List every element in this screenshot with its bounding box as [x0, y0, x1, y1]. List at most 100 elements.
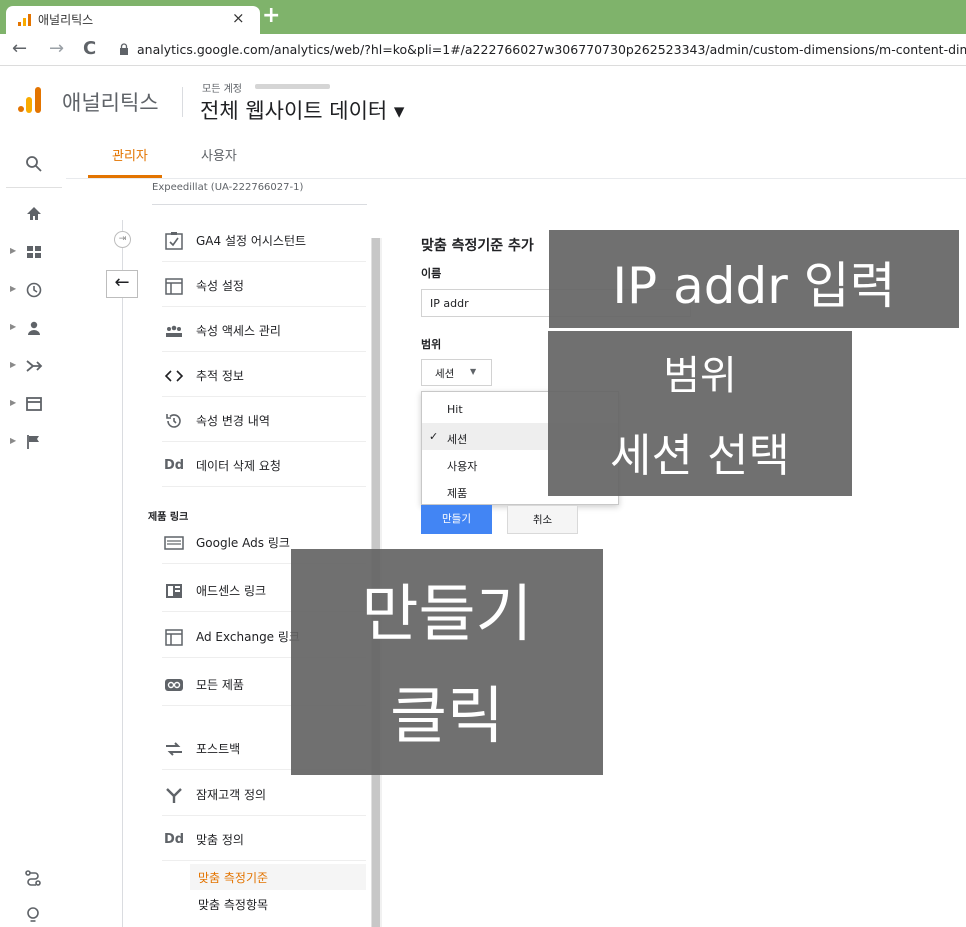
- create-button[interactable]: 만들기: [421, 505, 492, 534]
- person-icon: [28, 321, 40, 335]
- expand-arrow-icon: ▶: [10, 284, 17, 293]
- home-icon: [27, 207, 41, 220]
- menu-item-property-settings[interactable]: 속성 설정: [162, 263, 366, 307]
- menu-item-custom-definitions[interactable]: Dd 맞춤 정의: [162, 817, 366, 861]
- menu-item-label: 추적 정보: [196, 369, 244, 383]
- browser-tab-bar: 애널리틱스 × +: [0, 0, 966, 34]
- option-label: 제품: [447, 487, 468, 500]
- rail-audience[interactable]: ▶: [10, 316, 54, 342]
- timeline-line: [122, 220, 123, 927]
- forward-icon[interactable]: →: [49, 38, 64, 59]
- menu-item-label: 애드센스 링크: [196, 584, 267, 598]
- rail-realtime[interactable]: ▶: [10, 278, 54, 304]
- collapse-back-button[interactable]: ←: [106, 270, 138, 298]
- annotation-text: IP addr 입력: [612, 257, 896, 315]
- form-title: 맞춤 측정기준 추가: [421, 238, 534, 254]
- menu-item-ga4-assistant[interactable]: GA4 설정 어시스턴트: [162, 218, 366, 262]
- menu-item-audience-definitions[interactable]: 잠재고객 정의: [162, 772, 366, 816]
- analytics-favicon-icon: [18, 14, 31, 26]
- cancel-button[interactable]: 취소: [507, 505, 578, 534]
- attribution-icon[interactable]: [23, 868, 43, 888]
- menu-item-label: 잠재고객 정의: [196, 788, 267, 802]
- lock-icon: [120, 43, 128, 55]
- menu-item-label: Google Ads 링크: [196, 536, 290, 550]
- people-icon: [166, 325, 182, 337]
- scope-select[interactable]: 세션 ▼: [421, 359, 492, 386]
- flag-icon: [27, 435, 39, 449]
- property-header-divider: [152, 204, 367, 205]
- account-name-redacted: [255, 84, 330, 89]
- annotation-ip-input: IP addr 입력: [549, 230, 959, 328]
- menu-item-label: 맞춤 정의: [196, 833, 244, 847]
- expand-arrow-icon: ▶: [10, 322, 17, 331]
- annotation-scope: 범위 세션 선택: [548, 331, 852, 496]
- menu-item-label: GA4 설정 어시스턴트: [196, 234, 307, 248]
- new-tab-button[interactable]: +: [262, 3, 280, 28]
- annotation-text: 세션 선택: [610, 429, 790, 482]
- admin-tabs: 관리자 사용자: [66, 135, 966, 179]
- tab-users[interactable]: 사용자: [201, 145, 237, 164]
- address-bar: ← → C analytics.google.com/analytics/web…: [0, 34, 966, 66]
- expand-arrow-icon: ▶: [10, 436, 17, 445]
- annotation-text: 클릭: [389, 679, 505, 752]
- rail-conversions[interactable]: ▶: [10, 430, 54, 456]
- check-icon: ✓: [429, 430, 439, 443]
- annotation-create: 만들기 클릭: [291, 549, 603, 775]
- dd-icon: Dd: [164, 832, 185, 847]
- sub-item-custom-metrics[interactable]: 맞춤 측정항목: [198, 896, 268, 913]
- rail-acquisition[interactable]: ▶: [10, 354, 54, 380]
- option-label: Hit: [447, 403, 463, 416]
- reload-icon[interactable]: C: [83, 38, 96, 59]
- menu-item-data-deletion[interactable]: Dd 데이터 삭제 요청: [162, 443, 366, 487]
- rail-search[interactable]: [10, 152, 54, 178]
- property-name[interactable]: Expeedillat (UA-222766027-1): [152, 182, 303, 194]
- rail-behavior[interactable]: ▶: [10, 392, 54, 418]
- adsense-icon: [166, 584, 182, 598]
- chevron-down-icon: ▼: [470, 367, 477, 376]
- tab-admin[interactable]: 관리자: [112, 145, 148, 164]
- lightbulb-icon[interactable]: [23, 905, 43, 925]
- search-icon: [26, 156, 42, 172]
- menu-item-access-management[interactable]: 속성 액세스 관리: [162, 308, 366, 352]
- product-name: 애널리틱스: [62, 91, 159, 115]
- menu-item-label: 속성 설정: [196, 279, 244, 293]
- dd-icon: Dd: [164, 458, 185, 473]
- analytics-logo-icon: [18, 87, 41, 113]
- layout-icon: [165, 278, 183, 295]
- view-selector[interactable]: 전체 웹사이트 데이터 ▾: [200, 95, 404, 125]
- browser-tab[interactable]: 애널리틱스 ×: [6, 6, 260, 34]
- menu-item-label: Ad Exchange 링크: [196, 630, 300, 644]
- expand-column-button[interactable]: ⇥: [114, 231, 131, 248]
- annotation-text: 범위: [663, 353, 737, 399]
- option-label: 세션: [447, 433, 468, 446]
- history-icon: [166, 414, 181, 428]
- ads-icon: [164, 536, 184, 550]
- sub-item-custom-dimensions[interactable]: 맞춤 측정기준: [198, 869, 268, 886]
- active-tab-indicator: [88, 175, 162, 178]
- close-tab-icon[interactable]: ×: [232, 9, 245, 27]
- name-label: 이름: [421, 267, 442, 280]
- rail-home[interactable]: [10, 202, 54, 228]
- expand-arrow-icon: ▶: [10, 360, 17, 369]
- tab-title: 애널리틱스: [38, 13, 94, 27]
- clock-icon: [26, 282, 42, 298]
- behavior-icon: [26, 397, 42, 411]
- header-divider: [182, 87, 183, 117]
- code-icon: [164, 370, 184, 382]
- menu-item-label: 속성 액세스 관리: [196, 324, 281, 338]
- back-icon[interactable]: ←: [12, 38, 27, 59]
- menu-item-label: 모든 제품: [196, 678, 244, 692]
- menu-item-change-history[interactable]: 속성 변경 내역: [162, 398, 366, 442]
- url-field[interactable]: analytics.google.com/analytics/web/?hl=k…: [137, 42, 966, 57]
- dashboard-icon: [27, 246, 41, 258]
- account-label[interactable]: 모든 계정: [202, 80, 242, 95]
- menu-item-label: 포스트백: [196, 742, 241, 756]
- postback-icon: [166, 742, 182, 756]
- expand-arrow-icon: ▶: [10, 398, 17, 407]
- acquisition-icon: [26, 360, 43, 372]
- annotation-text: 만들기: [361, 577, 533, 650]
- option-label: 사용자: [447, 460, 478, 473]
- rail-customization[interactable]: ▶: [10, 240, 54, 266]
- menu-item-tracking-info[interactable]: 추적 정보: [162, 353, 366, 397]
- rail-divider: [6, 187, 62, 188]
